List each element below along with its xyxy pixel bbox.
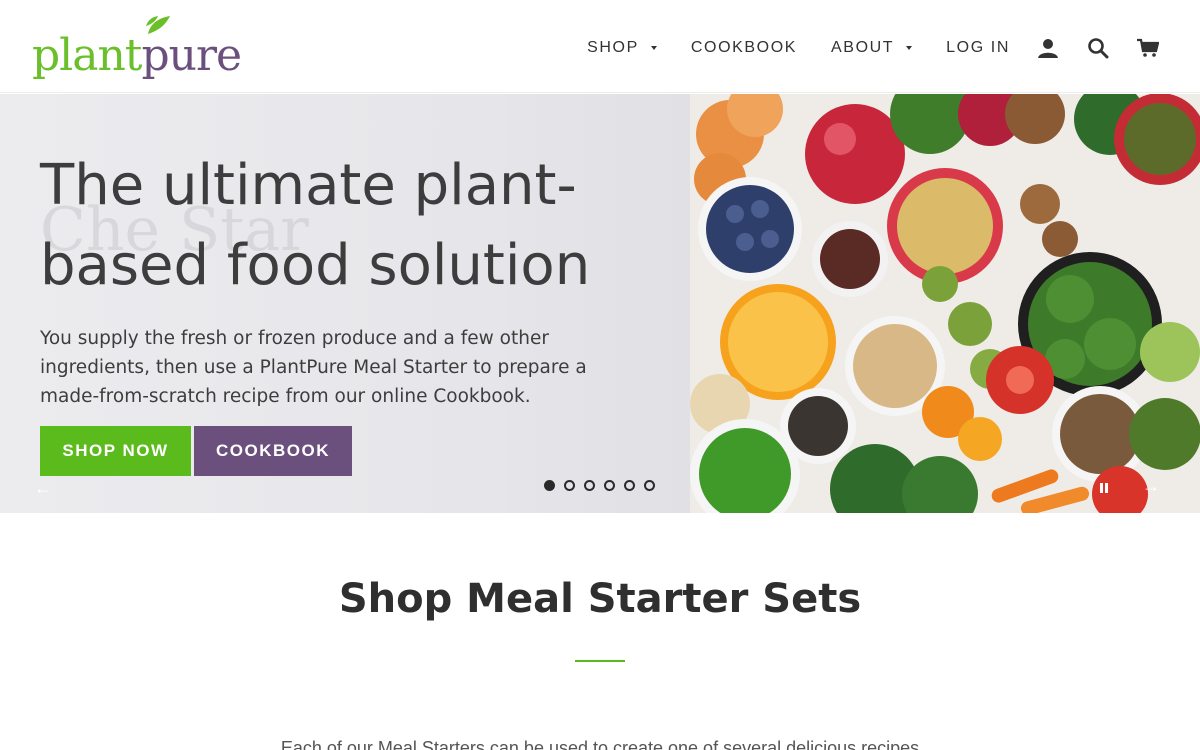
section-title: Shop Meal Starter Sets: [338, 576, 862, 622]
search-icon[interactable]: [1086, 36, 1110, 60]
nav-shop[interactable]: SHOP: [587, 39, 657, 57]
chevron-down-icon: [906, 46, 913, 50]
hero-title: The ultimate plant-based food solution: [40, 153, 591, 298]
arrow-right-icon[interactable]: →: [1142, 476, 1160, 497]
shop-now-button[interactable]: SHOP NOW: [40, 426, 191, 476]
plantpure-logo[interactable]: plant pure: [32, 14, 243, 81]
nav-shop-label: SHOP: [587, 39, 639, 56]
account-icon[interactable]: [1036, 36, 1060, 60]
nav-about[interactable]: ABOUT: [831, 39, 913, 57]
slide-dot-5[interactable]: [624, 480, 635, 491]
logo-plant-text: plant: [32, 30, 142, 81]
slide-dot-3[interactable]: [584, 480, 595, 491]
section-divider: [575, 660, 625, 662]
nav-login[interactable]: LOG IN: [946, 39, 1010, 57]
section-body: Each of our Meal Starters can be used to…: [280, 738, 920, 750]
pause-icon[interactable]: [1098, 482, 1110, 494]
slide-dots: [544, 480, 664, 491]
slide-dot-4[interactable]: [604, 480, 615, 491]
logo-pure-text: pure: [141, 30, 243, 81]
arrow-left-icon[interactable]: ←: [34, 478, 52, 499]
nav-about-label: ABOUT: [831, 39, 895, 56]
main-nav: SHOP COOKBOOK ABOUT LOG IN: [587, 30, 1160, 66]
slide-dot-2[interactable]: [564, 480, 575, 491]
cart-icon[interactable]: [1136, 36, 1160, 60]
cookbook-button[interactable]: COOKBOOK: [194, 426, 352, 476]
food-collage-image: [690, 94, 1200, 513]
nav-cookbook[interactable]: COOKBOOK: [691, 39, 797, 57]
nav-cookbook-label: COOKBOOK: [690, 39, 798, 56]
nav-login-label: LOG IN: [946, 39, 1010, 56]
site-header: plant pure SHOP COOKBOOK ABOUT LOG IN: [0, 0, 1200, 93]
hero-slideshow: Che Star The ultimate plant-based food s…: [0, 94, 1200, 513]
slide-dot-6[interactable]: [644, 480, 655, 491]
chevron-down-icon: [650, 46, 657, 50]
slide-dot-1[interactable]: [544, 480, 555, 491]
leaf-icon: [146, 16, 170, 34]
hero-subtitle: You supply the fresh or frozen produce a…: [40, 328, 587, 407]
